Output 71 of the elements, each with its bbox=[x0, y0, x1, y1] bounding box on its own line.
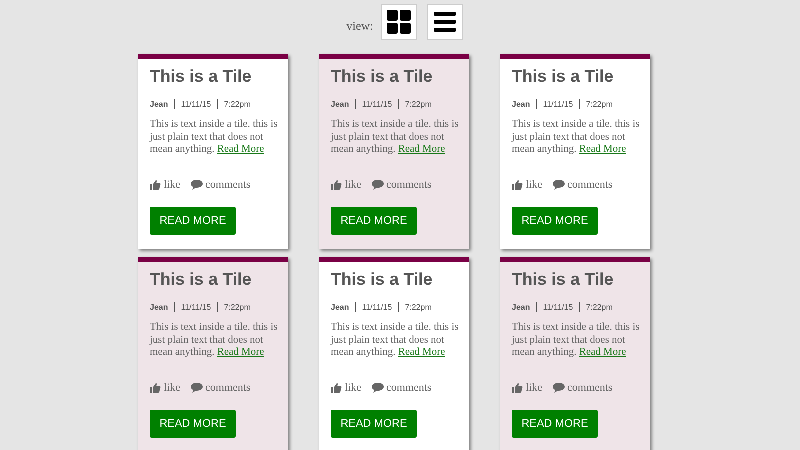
post-time: 7:22pm bbox=[224, 100, 251, 108]
like-label[interactable]: like bbox=[345, 178, 362, 190]
thumbs-up-icon bbox=[512, 180, 523, 190]
read-more-button[interactable]: READ MORE bbox=[150, 410, 236, 438]
speech-bubble-icon bbox=[372, 382, 384, 392]
post-time: 7:22pm bbox=[586, 302, 613, 312]
post-date: 11/11/15 bbox=[181, 100, 212, 108]
post-date: 11/11/15 bbox=[543, 100, 574, 108]
tile-title: This is a Tile bbox=[150, 66, 252, 88]
tile-text: This is text inside a tile. this is just plain text that does not mean anything. Read More bbox=[150, 322, 279, 360]
speech-bubble-icon bbox=[552, 180, 564, 190]
comments-label[interactable]: comments bbox=[568, 178, 613, 190]
menu-icon bbox=[434, 12, 456, 32]
post-time: 7:22pm bbox=[224, 302, 251, 312]
author-name: Jean bbox=[512, 100, 530, 108]
tile-text: This is text inside a tile. this is just plain text that does not mean anything. Read More bbox=[331, 119, 460, 156]
read-more-button[interactable]: READ MORE bbox=[331, 206, 417, 234]
grid-view-button[interactable] bbox=[381, 4, 418, 40]
author-name: Jean bbox=[150, 100, 168, 108]
tile-text: This is text inside a tile. this is just plain text that does not mean anything. Read More bbox=[150, 119, 279, 156]
speech-bubble-icon bbox=[372, 180, 384, 190]
tile-title: This is a Tile bbox=[331, 269, 433, 291]
read-more-link[interactable]: Read More bbox=[398, 347, 446, 358]
thumbs-up-icon bbox=[331, 382, 342, 392]
speech-bubble-icon bbox=[190, 382, 202, 392]
comments-label[interactable]: comments bbox=[568, 382, 613, 394]
thumbs-up-icon bbox=[150, 180, 161, 190]
view-label: view: bbox=[346, 18, 374, 34]
tile-title: This is a Tile bbox=[512, 66, 614, 88]
tile-text: This is text inside a tile. this is just plain text that does not mean anything. Read More bbox=[512, 322, 641, 360]
thumbs-up-icon bbox=[331, 180, 342, 190]
comments-label[interactable]: comments bbox=[386, 382, 432, 394]
author-name: Jean bbox=[150, 302, 168, 312]
post-date: 11/11/15 bbox=[362, 302, 392, 312]
thumbs-up-icon bbox=[512, 382, 523, 392]
tile-title: This is a Tile bbox=[331, 66, 433, 88]
tile-text: This is text inside a tile. this is just plain text that does not mean anything. Read More bbox=[331, 322, 460, 360]
like-label[interactable]: like bbox=[526, 382, 542, 394]
tile-title: This is a Tile bbox=[150, 269, 252, 291]
read-more-link[interactable]: Read More bbox=[579, 144, 626, 155]
like-label[interactable]: like bbox=[164, 382, 180, 394]
speech-bubble-icon bbox=[552, 382, 564, 392]
like-label[interactable]: like bbox=[526, 178, 542, 190]
like-label[interactable]: like bbox=[164, 178, 180, 190]
post-date: 11/11/15 bbox=[543, 302, 574, 312]
post-time: 7:22pm bbox=[405, 100, 432, 108]
comments-label[interactable]: comments bbox=[206, 382, 251, 394]
tile-text: This is text inside a tile. this is just plain text that does not mean anything. Read More bbox=[512, 119, 641, 156]
comments-label[interactable]: comments bbox=[206, 178, 251, 190]
post-date: 11/11/15 bbox=[362, 100, 392, 108]
read-more-button[interactable]: READ MORE bbox=[512, 206, 598, 234]
tile-title: This is a Tile bbox=[512, 269, 614, 291]
thumbs-up-icon bbox=[150, 382, 161, 392]
comments-label[interactable]: comments bbox=[386, 178, 432, 190]
author-name: Jean bbox=[512, 302, 530, 312]
read-more-link[interactable]: Read More bbox=[217, 347, 264, 358]
post-date: 11/11/15 bbox=[181, 302, 212, 312]
read-more-button[interactable]: READ MORE bbox=[331, 410, 417, 438]
read-more-button[interactable]: READ MORE bbox=[512, 410, 598, 438]
speech-bubble-icon bbox=[190, 180, 202, 190]
list-view-button[interactable] bbox=[427, 4, 464, 40]
post-time: 7:22pm bbox=[405, 302, 432, 312]
read-more-link[interactable]: Read More bbox=[217, 144, 264, 155]
read-more-button[interactable]: READ MORE bbox=[150, 206, 236, 234]
grid-icon bbox=[387, 10, 412, 34]
author-name: Jean bbox=[331, 302, 350, 312]
post-time: 7:22pm bbox=[586, 100, 613, 108]
read-more-link[interactable]: Read More bbox=[579, 347, 626, 358]
like-label[interactable]: like bbox=[345, 382, 362, 394]
author-name: Jean bbox=[331, 100, 350, 108]
read-more-link[interactable]: Read More bbox=[398, 144, 446, 155]
